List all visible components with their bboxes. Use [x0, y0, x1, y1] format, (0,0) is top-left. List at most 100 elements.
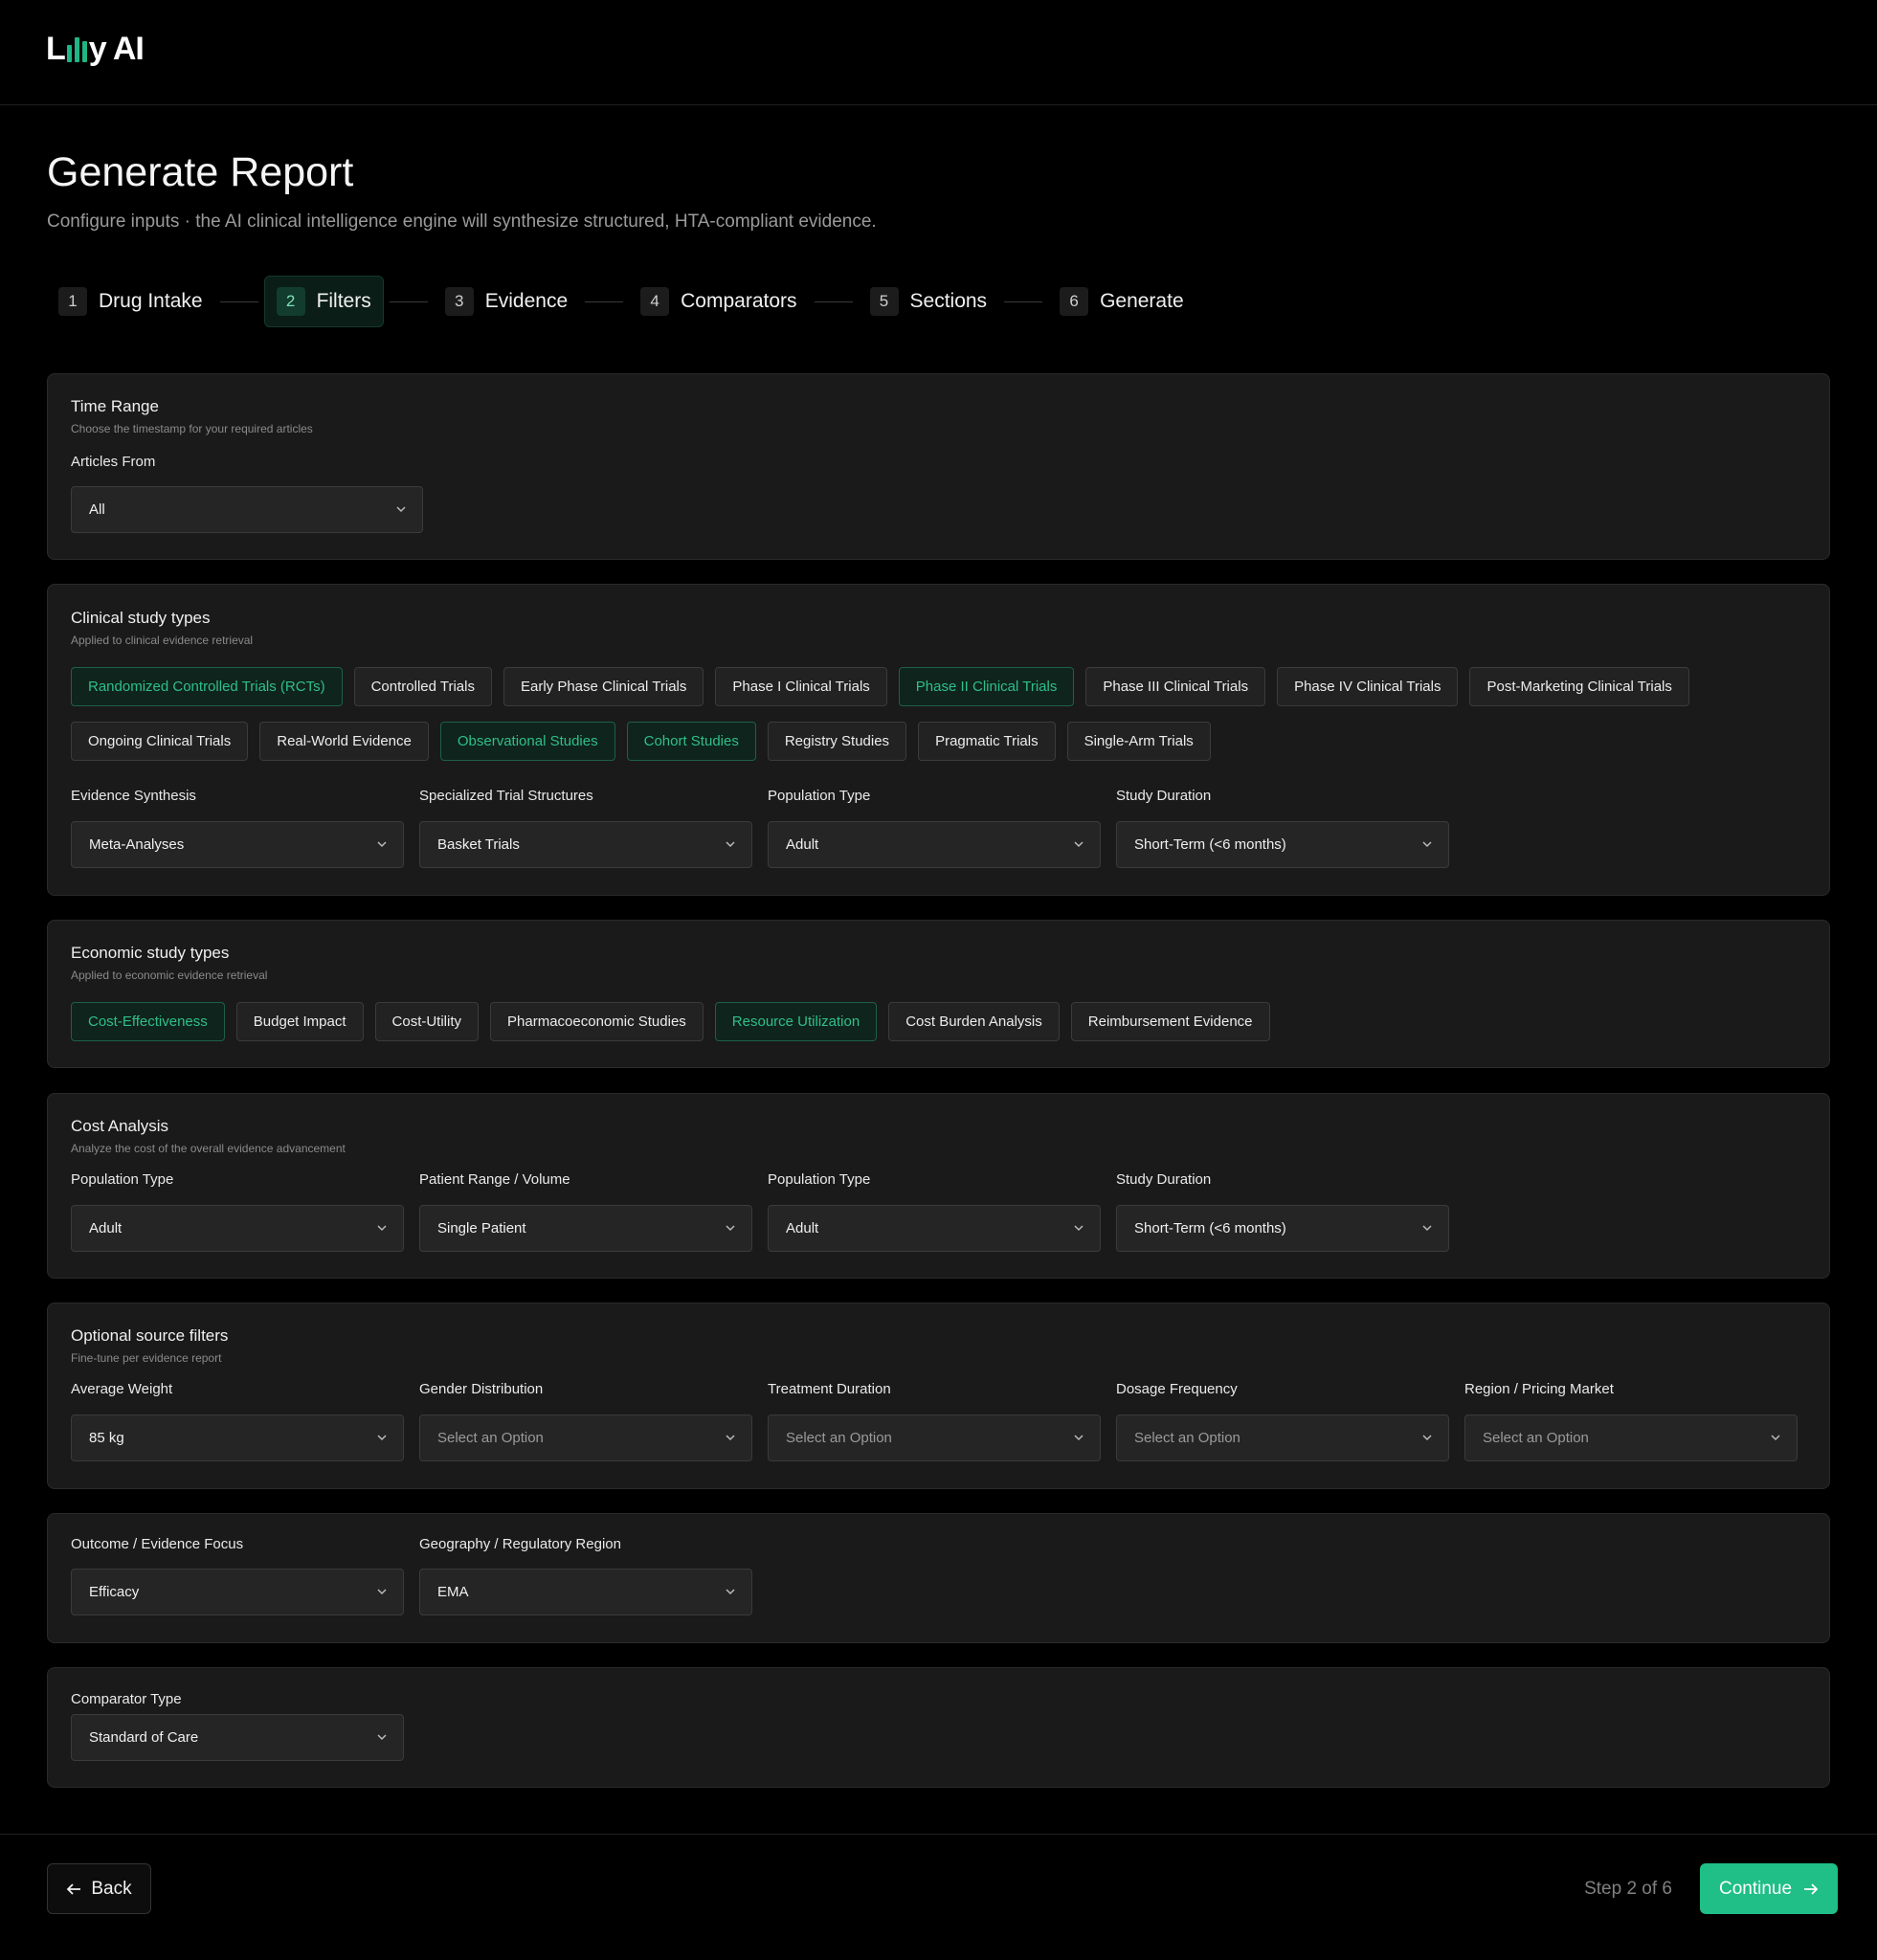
chevron-down-icon [1074, 841, 1084, 848]
step-label: Sections [909, 290, 988, 312]
chip-single-arm[interactable]: Single-Arm Trials [1066, 722, 1211, 761]
select-placeholder: Select an Option [1483, 1430, 1589, 1446]
footer-bar: Back Step 2 of 6 Continue [0, 1834, 1877, 1960]
select-value: Basket Trials [437, 836, 520, 853]
comparator-type-select[interactable]: Standard of Care [71, 1714, 404, 1761]
geography-region-label: Geography / Regulatory Region [419, 1536, 621, 1552]
select-value: Short-Term (<6 months) [1134, 1220, 1286, 1236]
chip-pragmatic[interactable]: Pragmatic Trials [918, 722, 1056, 761]
region-pricing-select[interactable]: Select an Option [1464, 1414, 1798, 1461]
region-pricing-label: Region / Pricing Market [1464, 1381, 1614, 1397]
card-title: Optional source filters [71, 1326, 229, 1345]
economic-study-types-card: Economic study types Applied to economic… [47, 920, 1830, 1068]
articles-from-select[interactable]: All [71, 486, 423, 533]
stepper: 1 Drug Intake 2 Filters 3 Evidence 4 Com… [47, 276, 1195, 327]
chip-observational[interactable]: Observational Studies [439, 722, 615, 761]
step-number: 4 [640, 287, 670, 316]
chevron-down-icon [396, 506, 406, 513]
select-value: Meta-Analyses [89, 836, 185, 853]
trial-structures-label: Specialized Trial Structures [419, 788, 593, 804]
continue-button[interactable]: Continue [1700, 1863, 1838, 1914]
step-filters[interactable]: 2 Filters [263, 276, 384, 327]
chip-phase-3[interactable]: Phase III Clinical Trials [1085, 667, 1266, 706]
dosage-frequency-label: Dosage Frequency [1116, 1381, 1238, 1397]
outcome-focus-select[interactable]: Efficacy [71, 1569, 404, 1615]
chip-real-world-evidence[interactable]: Real-World Evidence [259, 722, 429, 761]
chip-resource-utilization[interactable]: Resource Utilization [714, 1002, 878, 1041]
chevron-down-icon [1074, 1435, 1084, 1441]
chevron-down-icon [377, 1734, 387, 1741]
step-label: Generate [1100, 290, 1184, 312]
card-subtitle: Applied to clinical evidence retrieval [71, 634, 254, 647]
chip-budget-impact[interactable]: Budget Impact [235, 1002, 364, 1041]
back-button[interactable]: Back [47, 1863, 151, 1914]
chip-cost-utility[interactable]: Cost-Utility [374, 1002, 480, 1041]
lilly-ai-logo[interactable]: L y AI [46, 31, 145, 68]
chip-cohort[interactable]: Cohort Studies [626, 722, 756, 761]
select-value: All [89, 501, 105, 518]
chip-reimbursement[interactable]: Reimbursement Evidence [1070, 1002, 1270, 1041]
study-duration-select[interactable]: Short-Term (<6 months) [1116, 1205, 1449, 1252]
step-label: Evidence [484, 290, 569, 312]
chip-post-marketing[interactable]: Post-Marketing Clinical Trials [1469, 667, 1689, 706]
top-bar: L y AI [0, 0, 1877, 105]
chip-rcts[interactable]: Randomized Controlled Trials (RCTs) [71, 667, 343, 706]
step-generate[interactable]: 6 Generate [1048, 276, 1195, 327]
chip-registry[interactable]: Registry Studies [767, 722, 907, 761]
geography-region-select[interactable]: EMA [419, 1569, 752, 1615]
logo-bars-icon [66, 37, 87, 62]
arrow-left-icon [67, 1882, 81, 1895]
logo-text-left: L [46, 31, 66, 67]
continue-label: Continue [1718, 1878, 1793, 1899]
gender-distribution-label: Gender Distribution [419, 1381, 544, 1397]
step-connector [389, 301, 428, 302]
population-type-2-select[interactable]: Adult [768, 1205, 1101, 1252]
chip-phase-2[interactable]: Phase II Clinical Trials [898, 667, 1075, 706]
economic-chip-group: Cost-Effectiveness Budget Impact Cost-Ut… [71, 1002, 1813, 1057]
chip-controlled-trials[interactable]: Controlled Trials [353, 667, 492, 706]
gender-distribution-select[interactable]: Select an Option [419, 1414, 752, 1461]
step-evidence[interactable]: 3 Evidence [434, 276, 579, 327]
select-value: EMA [437, 1584, 469, 1600]
comparator-type-label: Comparator Type [71, 1691, 182, 1707]
chip-early-phase[interactable]: Early Phase Clinical Trials [503, 667, 704, 706]
evidence-synthesis-select[interactable]: Meta-Analyses [71, 821, 404, 868]
select-value: Efficacy [89, 1584, 140, 1600]
chip-ongoing[interactable]: Ongoing Clinical Trials [71, 722, 249, 761]
select-value: Single Patient [437, 1220, 526, 1236]
card-title: Cost Analysis [71, 1117, 169, 1135]
card-title: Time Range [71, 397, 159, 415]
chip-cost-burden[interactable]: Cost Burden Analysis [888, 1002, 1060, 1041]
comparator-card: Comparator Type Standard of Care [47, 1667, 1830, 1788]
chip-cost-effectiveness[interactable]: Cost-Effectiveness [71, 1002, 225, 1041]
step-comparators[interactable]: 4 Comparators [629, 276, 808, 327]
step-sections[interactable]: 5 Sections [859, 276, 999, 327]
step-number: 3 [444, 287, 474, 316]
chip-pharmacoeconomic[interactable]: Pharmacoeconomic Studies [490, 1002, 704, 1041]
dosage-frequency-select[interactable]: Select an Option [1116, 1414, 1449, 1461]
select-value: Adult [89, 1220, 123, 1236]
study-duration-select[interactable]: Short-Term (<6 months) [1116, 821, 1449, 868]
step-number: 2 [276, 287, 305, 316]
treatment-duration-select[interactable]: Select an Option [768, 1414, 1101, 1461]
step-connector [1004, 301, 1043, 302]
cost-analysis-card: Cost Analysis Analyze the cost of the ov… [47, 1093, 1830, 1279]
population-type-label: Population Type [768, 788, 871, 804]
population-type-select[interactable]: Adult [768, 821, 1101, 868]
step-label: Comparators [681, 290, 797, 312]
treatment-duration-label: Treatment Duration [768, 1381, 891, 1397]
optional-source-filters-card: Optional source filters Fine-tune per ev… [47, 1303, 1830, 1489]
chip-phase-4[interactable]: Phase IV Clinical Trials [1277, 667, 1459, 706]
chevron-down-icon [1422, 841, 1432, 848]
chip-phase-1[interactable]: Phase I Clinical Trials [715, 667, 887, 706]
step-drug-intake[interactable]: 1 Drug Intake [47, 276, 214, 327]
patient-range-select[interactable]: Single Patient [419, 1205, 752, 1252]
clinical-chip-group: Randomized Controlled Trials (RCTs) Cont… [71, 667, 1813, 776]
chevron-down-icon [377, 1225, 387, 1232]
card-subtitle: Fine-tune per evidence report [71, 1351, 222, 1365]
chevron-down-icon [1074, 1225, 1084, 1232]
population-type-select[interactable]: Adult [71, 1205, 404, 1252]
trial-structures-select[interactable]: Basket Trials [419, 821, 752, 868]
patient-range-label: Patient Range / Volume [419, 1171, 570, 1188]
average-weight-select[interactable]: 85 kg [71, 1414, 404, 1461]
